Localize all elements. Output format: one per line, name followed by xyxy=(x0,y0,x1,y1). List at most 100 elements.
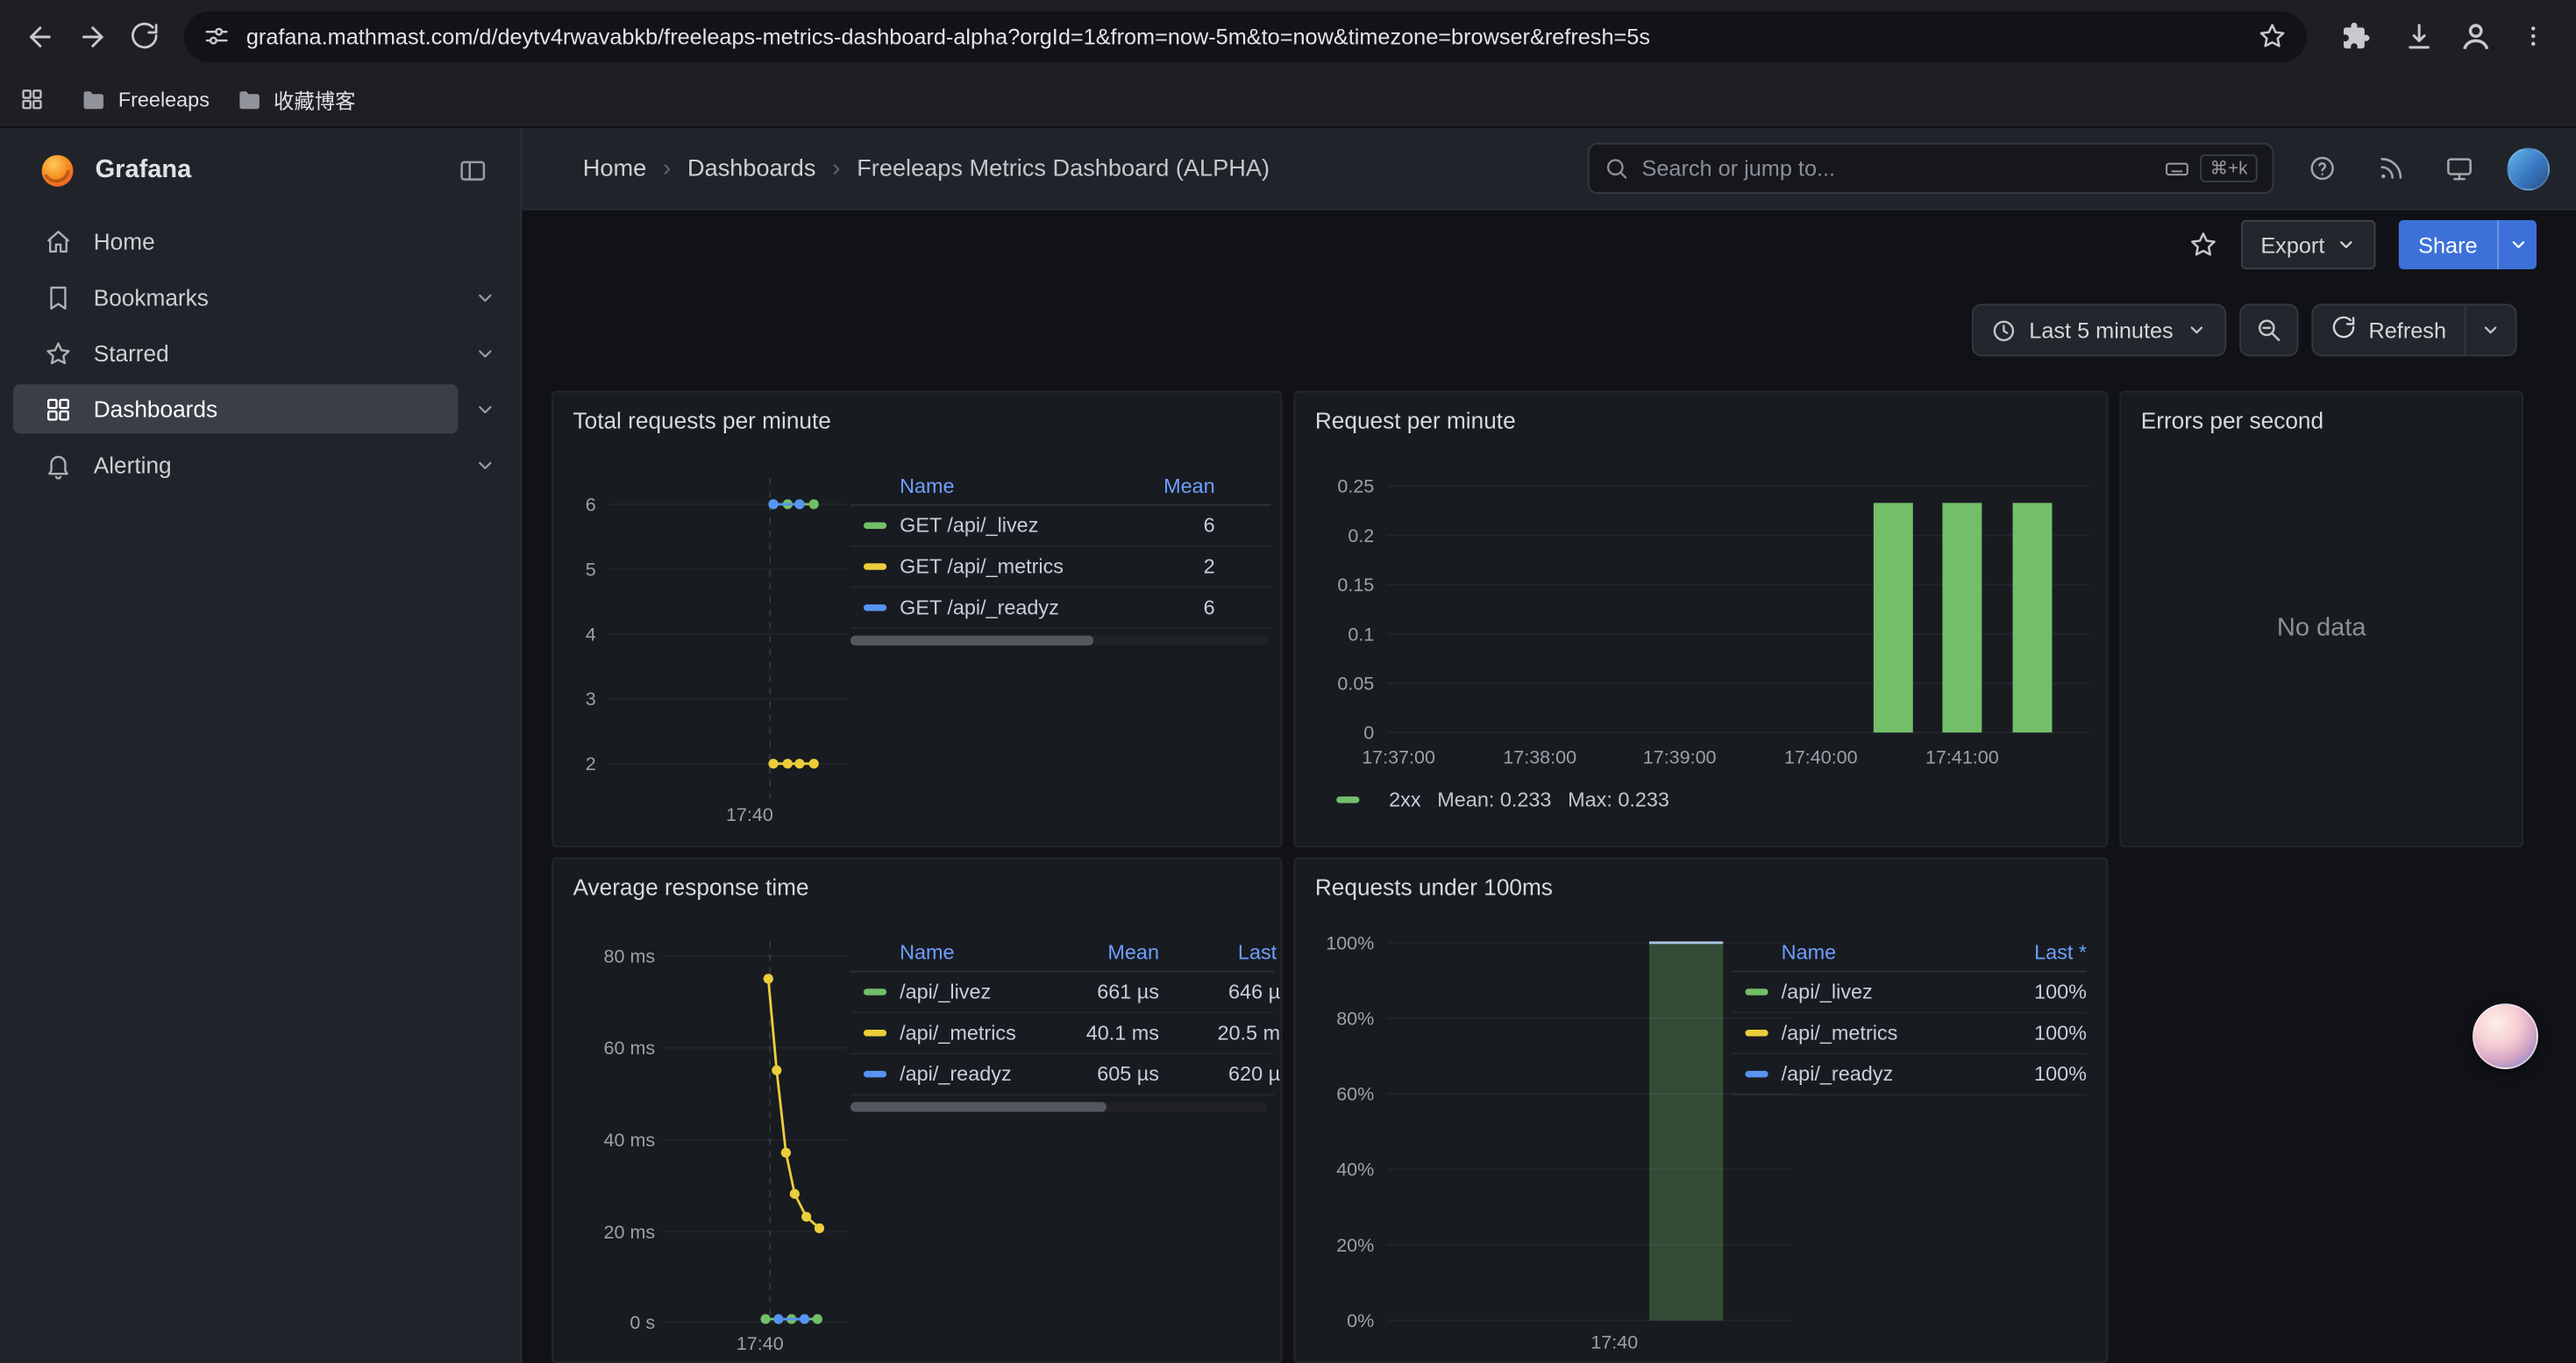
bookmark-item-freeleaps[interactable]: Freeleaps xyxy=(68,80,223,119)
legend-column-header[interactable]: Name xyxy=(1732,940,1978,963)
series-value: 20.5 ms xyxy=(1182,1022,1282,1045)
download-icon[interactable] xyxy=(2392,10,2444,62)
panel-title[interactable]: Errors per second xyxy=(2141,407,2323,433)
legend-row[interactable]: /api/_livez100% xyxy=(1732,973,2086,1014)
apps-grid-icon[interactable] xyxy=(19,87,44,111)
bookmark-item-blogs[interactable]: 收藏博客 xyxy=(223,77,369,122)
sidebar-item-starred[interactable]: Starred xyxy=(0,325,521,382)
browser-menu-icon[interactable] xyxy=(2507,10,2559,62)
series-color-dash xyxy=(864,1030,886,1036)
help-icon[interactable] xyxy=(2287,142,2356,195)
chevron-down-icon[interactable] xyxy=(458,329,510,378)
share-button-group: Share xyxy=(2399,220,2537,269)
series-name: /api/_readyz xyxy=(900,1063,1012,1086)
legend-column-header[interactable]: Name xyxy=(850,474,1142,496)
refresh-button[interactable]: Refresh xyxy=(2313,305,2465,354)
series-color-dash xyxy=(864,988,886,995)
url-bar[interactable]: grafana.mathmast.com/d/deytv4rwavabkb/fr… xyxy=(184,11,2307,61)
share-button[interactable]: Share xyxy=(2399,220,2497,269)
grafana-header: Home › Dashboards › Freeleaps Metrics Da… xyxy=(522,128,2575,211)
total-requests-chart: 6543217:40 xyxy=(566,461,879,836)
legend-scrollbar[interactable] xyxy=(850,636,1268,646)
series-value: 6 xyxy=(1142,514,1214,537)
series-value: 605 µs xyxy=(1050,1063,1159,1086)
chevron-down-icon[interactable] xyxy=(458,440,510,489)
svg-text:80%: 80% xyxy=(1336,1008,1374,1029)
monitor-icon[interactable] xyxy=(2425,142,2494,195)
legend-column-header[interactable]: Last * xyxy=(1978,940,2087,963)
browser-actions xyxy=(2330,10,2559,62)
legend-row[interactable]: /api/_readyz100% xyxy=(1732,1054,2086,1095)
chevron-down-icon[interactable] xyxy=(458,384,510,433)
bookmark-star-icon[interactable] xyxy=(2258,21,2288,51)
series-value: 100% xyxy=(1978,981,2087,1003)
legend-row[interactable]: GET /api/_metrics2 xyxy=(850,547,1270,589)
time-range-picker[interactable]: Last 5 minutes xyxy=(1972,303,2226,356)
svg-text:0.25: 0.25 xyxy=(1337,476,1374,497)
news-rss-icon[interactable] xyxy=(2356,142,2425,195)
sidebar-item-bookmarks[interactable]: Bookmarks xyxy=(0,269,521,325)
bookmark-icon xyxy=(45,283,73,311)
panel-title[interactable]: Requests under 100ms xyxy=(1315,874,1553,900)
sidebar-item-dashboards[interactable]: Dashboards xyxy=(0,381,521,437)
zoom-out-button[interactable] xyxy=(2239,303,2298,356)
series-name: GET /api/_livez xyxy=(900,514,1038,537)
export-button[interactable]: Export xyxy=(2241,220,2376,269)
panel-title[interactable]: Request per minute xyxy=(1315,407,1516,433)
svg-text:5: 5 xyxy=(586,559,596,580)
time-controls: Last 5 minutes Refresh xyxy=(1972,303,2517,356)
back-icon[interactable] xyxy=(13,10,66,62)
svg-text:100%: 100% xyxy=(1326,932,1374,953)
sidebar-collapse-icon[interactable] xyxy=(446,146,499,196)
svg-text:17:40:00: 17:40:00 xyxy=(1784,747,1858,768)
reload-icon[interactable] xyxy=(118,10,171,62)
sidebar-item-alerting[interactable]: Alerting xyxy=(0,437,521,493)
no-data-message: No data xyxy=(2277,614,2366,644)
grafana-logo[interactable] xyxy=(39,153,75,189)
floating-assistant-avatar[interactable] xyxy=(2473,1003,2538,1069)
extensions-icon[interactable] xyxy=(2330,10,2382,62)
refresh-interval-button[interactable] xyxy=(2465,305,2516,354)
series-value: 6 xyxy=(1142,596,1214,619)
legend-table[interactable]: NameLast * /api/_livez100%/api/_metrics10… xyxy=(1732,933,2086,1095)
legend-row[interactable]: /api/_metrics100% xyxy=(1732,1013,2086,1054)
legend-table[interactable]: NameMeanLast */api/_livez661 µs646 µs/ap… xyxy=(850,933,1274,1095)
share-menu-button[interactable] xyxy=(2497,220,2537,269)
legend-row[interactable]: GET /api/_readyz6 xyxy=(850,588,1270,629)
breadcrumb-dashboards[interactable]: Dashboards xyxy=(687,155,815,182)
bookmarks-bar: Freeleaps 收藏博客 xyxy=(0,72,2576,128)
legend-column-header[interactable]: Last * xyxy=(1182,940,1282,963)
series-value: 100% xyxy=(1978,1063,2087,1086)
svg-text:60 ms: 60 ms xyxy=(604,1038,656,1059)
legend-row[interactable]: /api/_metrics40.1 ms20.5 ms xyxy=(850,1013,1274,1054)
panel-title[interactable]: Total requests per minute xyxy=(573,407,831,433)
series-value: 2 xyxy=(1142,555,1214,578)
star-icon xyxy=(45,339,73,368)
legend-scrollbar[interactable] xyxy=(850,1102,1268,1111)
legend-column-header[interactable]: Mean xyxy=(1142,474,1214,496)
forward-icon[interactable] xyxy=(66,10,118,62)
legend-row[interactable]: /api/_livez661 µs646 µs xyxy=(850,973,1274,1014)
clock-icon xyxy=(1991,318,2016,342)
panel-title[interactable]: Average response time xyxy=(573,874,809,900)
user-avatar[interactable] xyxy=(2507,147,2550,190)
search-input[interactable]: Search or jump to... ⌘+k xyxy=(1588,143,2274,194)
panel-errors-per-second: Errors per second No data xyxy=(2119,391,2523,848)
browser-profile-avatar[interactable] xyxy=(2454,15,2497,58)
svg-text:3: 3 xyxy=(586,689,596,710)
chevron-down-icon[interactable] xyxy=(458,273,510,322)
svg-text:40%: 40% xyxy=(1336,1160,1374,1181)
legend-column-header[interactable]: Mean xyxy=(1050,940,1159,963)
legend[interactable]: 2xx Mean: 0.233 Max: 0.233 xyxy=(1323,789,1669,811)
site-settings-icon[interactable] xyxy=(203,23,230,49)
favorite-star-icon[interactable] xyxy=(2188,230,2218,260)
svg-text:17:38:00: 17:38:00 xyxy=(1503,747,1576,768)
legend-table[interactable]: NameMean GET /api/_livez 6 GET /api/_metric… xyxy=(850,467,1270,629)
legend-column-header[interactable]: Name xyxy=(850,940,1050,963)
legend-row[interactable]: /api/_readyz605 µs620 µs xyxy=(850,1054,1274,1095)
breadcrumb-home[interactable]: Home xyxy=(583,155,646,182)
sidebar-item-home[interactable]: Home xyxy=(0,213,521,269)
dashboard-canvas: Export Share Last 5 minutes xyxy=(522,211,2575,1363)
url-input[interactable]: grafana.mathmast.com/d/deytv4rwavabkb/fr… xyxy=(246,24,2258,48)
legend-row[interactable]: GET /api/_livez 6 xyxy=(850,506,1270,547)
